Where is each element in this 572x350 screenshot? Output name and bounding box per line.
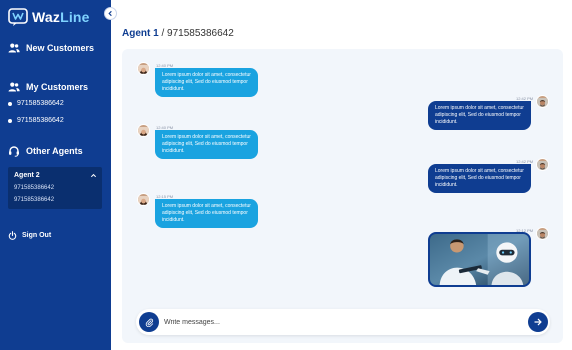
headset-icon bbox=[9, 146, 19, 157]
collapse-sidebar-button[interactable] bbox=[104, 7, 117, 20]
customer-number: 971585386642 bbox=[167, 28, 234, 39]
message-bubble-incoming: Lorem ipsum dolor sit amet, consectetur … bbox=[155, 68, 258, 97]
brand-logo[interactable]: WazLine bbox=[8, 7, 90, 27]
sign-out-label: Sign Out bbox=[22, 232, 52, 239]
message-input[interactable] bbox=[164, 315, 514, 329]
app: WazLine New Customers My Customers 97158… bbox=[0, 0, 572, 350]
agent-avatar bbox=[536, 95, 549, 108]
message-bubble-outgoing: Lorem ipsum dolor sit amet, consectetur … bbox=[428, 164, 531, 193]
sidebar-item-new-customers[interactable]: New Customers bbox=[8, 42, 94, 54]
sidebar-item-label: New Customers bbox=[26, 43, 95, 53]
sidebar-item-other-agents[interactable]: Other Agents bbox=[8, 145, 83, 157]
wazline-logo-icon bbox=[8, 8, 28, 26]
man-and-robot-photo bbox=[430, 234, 529, 285]
sidebar-item-my-customers[interactable]: My Customers bbox=[8, 81, 88, 93]
chevron-up-icon[interactable] bbox=[90, 172, 97, 179]
agent-customer-number[interactable]: 971585386642 bbox=[14, 185, 54, 191]
customer-list-item[interactable]: 971585386642 bbox=[8, 117, 64, 124]
brand-name: WazLine bbox=[32, 9, 90, 25]
users-icon bbox=[8, 82, 20, 92]
sign-out-button[interactable]: Sign Out bbox=[8, 231, 51, 240]
paperclip-icon bbox=[145, 318, 153, 327]
chat-panel: 12:40 PM Lorem ipsum dolor sit amet, con… bbox=[122, 49, 563, 343]
message-bubble-outgoing: Lorem ipsum dolor sit amet, consectetur … bbox=[428, 101, 531, 130]
arrow-right-icon bbox=[534, 318, 542, 326]
power-icon bbox=[8, 231, 17, 240]
sidebar-item-label: Other Agents bbox=[26, 146, 83, 156]
sidebar: WazLine New Customers My Customers 97158… bbox=[0, 0, 111, 350]
customer-number: 971585386642 bbox=[17, 117, 64, 124]
agent-group-agent-2: Agent 2 971585386642 971585386642 bbox=[8, 167, 102, 209]
chevron-left-icon bbox=[108, 10, 112, 17]
agent-name: Agent 1 bbox=[122, 28, 159, 39]
customer-avatar bbox=[137, 193, 150, 206]
agent-avatar bbox=[536, 227, 549, 240]
title-separator: / bbox=[158, 28, 168, 39]
image-message[interactable] bbox=[428, 232, 531, 287]
customer-list-item[interactable]: 971585386642 bbox=[8, 100, 64, 107]
agent-name[interactable]: Agent 2 bbox=[14, 172, 40, 179]
agent-avatar bbox=[536, 158, 549, 171]
conversation-title: Agent 1 / 971585386642 bbox=[122, 28, 234, 39]
users-icon bbox=[8, 43, 20, 53]
message-bubble-incoming: Lorem ipsum dolor sit amet, consectetur … bbox=[155, 199, 258, 228]
customer-number: 971585386642 bbox=[17, 100, 64, 107]
customer-avatar bbox=[137, 124, 150, 137]
bullet-icon bbox=[8, 118, 12, 123]
bullet-icon bbox=[8, 101, 12, 106]
message-composer bbox=[136, 309, 550, 335]
message-bubble-incoming: Lorem ipsum dolor sit amet, consectetur … bbox=[155, 130, 258, 159]
agent-customer-number[interactable]: 971585386642 bbox=[14, 197, 54, 203]
sidebar-item-label: My Customers bbox=[26, 82, 89, 92]
attach-button[interactable] bbox=[139, 312, 159, 332]
send-button[interactable] bbox=[528, 312, 548, 332]
customer-avatar bbox=[137, 62, 150, 75]
